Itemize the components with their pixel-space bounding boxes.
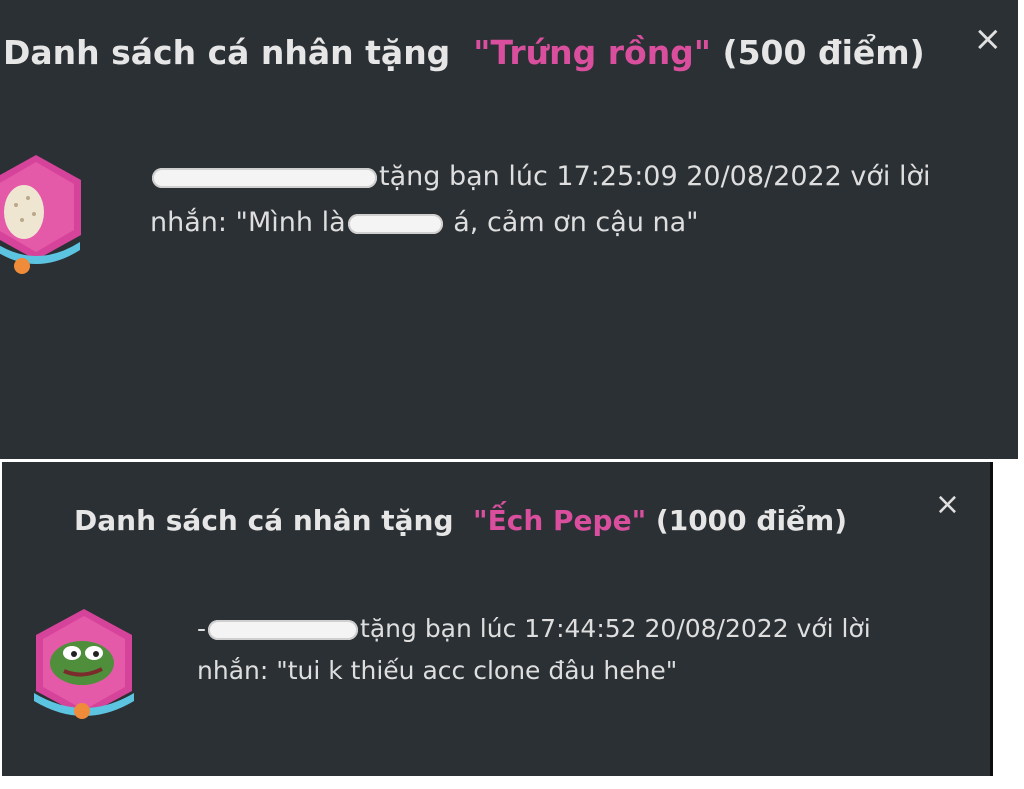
gift-points: (500 điểm): [722, 33, 925, 72]
message-line1: tặng bạn lúc 17:44:52 20/08/2022 với lời: [360, 614, 871, 643]
message-prefix: -: [197, 614, 207, 643]
dragon-egg-badge-icon: [0, 155, 81, 274]
panel-title: Danh sách cá nhân tặng "Trứng rồng" (500…: [3, 33, 925, 72]
gift-message: tặng bạn lúc 17:25:09 20/08/2022 với lời…: [150, 154, 931, 246]
panel-title: Danh sách cá nhân tặng "Ếch Pepe" (1000 …: [74, 504, 847, 537]
message-line1: tặng bạn lúc 17:25:09 20/08/2022 với lời: [379, 161, 931, 192]
close-icon[interactable]: ×: [935, 490, 960, 520]
redacted-username: [208, 620, 359, 640]
message-line2a: nhắn: "Mình là: [150, 207, 346, 238]
redacted-username: [152, 167, 377, 188]
close-icon[interactable]: ×: [974, 22, 1003, 56]
redacted-name: [347, 213, 443, 234]
gift-points: (1000 điểm): [655, 504, 847, 537]
pepe-frog-badge-icon: [34, 609, 134, 719]
message-line2b: á, cảm ơn cậu na": [453, 207, 699, 238]
title-prefix: Danh sách cá nhân tặng: [3, 33, 451, 72]
gift-list-panel-dragon-egg: Danh sách cá nhân tặng "Trứng rồng" (500…: [0, 0, 1018, 459]
title-prefix: Danh sách cá nhân tặng: [74, 504, 454, 537]
gift-message: - tặng bạn lúc 17:44:52 20/08/2022 với lờ…: [197, 608, 871, 692]
gift-name: "Ếch Pepe": [473, 504, 647, 537]
gift-list-panel-pepe: Danh sách cá nhân tặng "Ếch Pepe" (1000 …: [2, 462, 993, 776]
message-line2: nhắn: "tui k thiếu acc clone đâu hehe": [197, 656, 678, 685]
gift-name: "Trứng rồng": [473, 33, 711, 72]
